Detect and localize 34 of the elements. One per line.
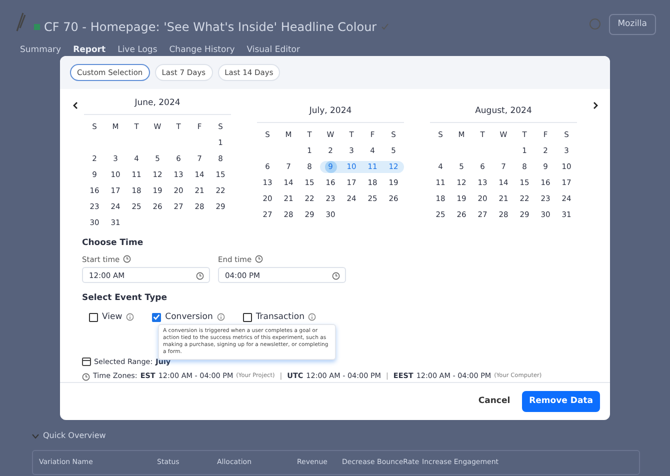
option-label: View bbox=[102, 310, 122, 324]
clock-icon bbox=[82, 372, 90, 381]
month-title: August, 2024 bbox=[430, 105, 577, 123]
info-icon bbox=[308, 313, 316, 322]
check-icon bbox=[380, 23, 389, 31]
clock-icon bbox=[122, 255, 131, 264]
month-title: July, 2024 bbox=[257, 105, 404, 123]
option-label: Conversion bbox=[165, 310, 213, 324]
clock-icon bbox=[254, 255, 263, 264]
clock-icon bbox=[196, 272, 204, 280]
checkbox[interactable] bbox=[152, 312, 162, 322]
experiment-title: CF 70 - Homepage: 'See What's Inside' Headline Colour bbox=[44, 19, 377, 36]
cancel-button[interactable]: Cancel bbox=[474, 393, 514, 410]
remove-data-button[interactable]: Remove Data bbox=[522, 391, 600, 412]
clock-icon bbox=[332, 272, 340, 280]
month-title: June, 2024 bbox=[84, 97, 231, 115]
section-title: Quick Overview bbox=[43, 430, 106, 442]
section-heading: Select Event Type bbox=[82, 292, 168, 305]
chevron-right-icon bbox=[592, 102, 598, 109]
info-icon bbox=[126, 313, 134, 322]
option-label: Transaction bbox=[256, 310, 304, 324]
calendar-icon bbox=[82, 357, 91, 366]
tab[interactable]: Live Logs bbox=[118, 44, 158, 57]
logo-icon bbox=[14, 12, 26, 32]
checkbox[interactable] bbox=[242, 312, 252, 322]
tab[interactable]: Change History bbox=[169, 44, 235, 57]
tab[interactable]: Summary bbox=[20, 44, 62, 57]
checkbox[interactable] bbox=[89, 312, 98, 322]
tab[interactable]: Visual Editor bbox=[246, 44, 300, 57]
tab[interactable]: Report bbox=[73, 44, 106, 57]
status-square-icon bbox=[34, 24, 40, 30]
section-heading: Choose Time bbox=[82, 237, 144, 250]
chevron-left-icon bbox=[72, 102, 78, 109]
info-icon bbox=[216, 313, 225, 322]
